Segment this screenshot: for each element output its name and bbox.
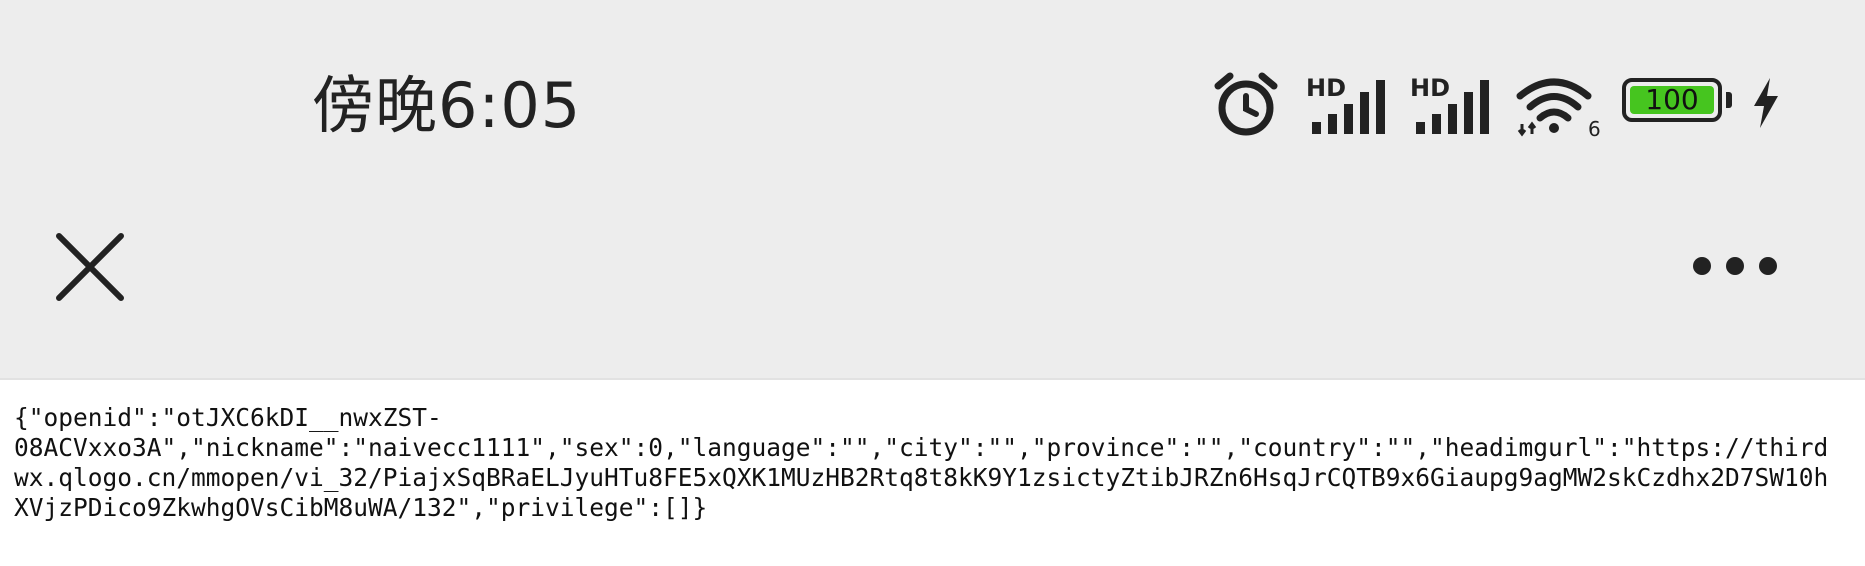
close-icon — [56, 233, 124, 301]
signal-hd-label: HD — [1306, 74, 1346, 102]
signal-hd-label: HD — [1410, 74, 1450, 102]
wifi-icon: 6 — [1516, 78, 1601, 138]
divider — [0, 378, 1865, 380]
alarm-icon — [1214, 72, 1278, 136]
battery-level: 100 — [1630, 86, 1714, 114]
more-dots-icon — [1693, 257, 1777, 275]
status-bar: 傍晚6:05 HD HD 6 100 — [0, 0, 1865, 212]
wifi-label: 6 — [1588, 117, 1601, 138]
json-line: wx.qlogo.cn/mmopen/vi_32/PiajxSqBRaELJyu… — [14, 463, 1829, 492]
charging-bolt-icon — [1754, 78, 1778, 128]
nav-bar — [0, 212, 1865, 380]
json-response-text: {"openid":"otJXC6kDI__nwxZST- 08ACVxxo3A"… — [14, 403, 1854, 523]
more-button[interactable] — [1690, 250, 1780, 282]
close-button[interactable] — [55, 232, 125, 302]
json-line: XVjzPDico9ZkwhgOVsCibM8uWA/132","privile… — [14, 493, 708, 522]
json-line: 08ACVxxo3A","nickname":"naivecc1111","se… — [14, 433, 1829, 462]
json-line: {"openid":"otJXC6kDI__nwxZST- — [14, 403, 442, 432]
status-time: 傍晚6:05 — [312, 69, 582, 142]
signal-icon: HD — [1410, 74, 1489, 134]
battery-icon: 100 — [1622, 78, 1734, 128]
signal-icon: HD — [1306, 74, 1385, 134]
